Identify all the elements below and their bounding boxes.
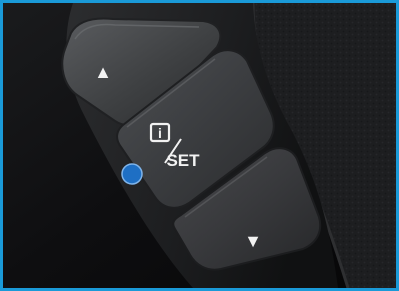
image-frame: ▲ i SET ▼: [0, 0, 399, 291]
blue-marker-dot: [121, 163, 143, 185]
svg-text:i: i: [158, 125, 162, 141]
up-arrow-icon: ▲: [94, 62, 112, 82]
down-arrow-icon: ▼: [244, 231, 262, 251]
set-label: SET: [166, 151, 200, 170]
steering-wheel-controls-photo: ▲ i SET ▼: [3, 3, 396, 288]
